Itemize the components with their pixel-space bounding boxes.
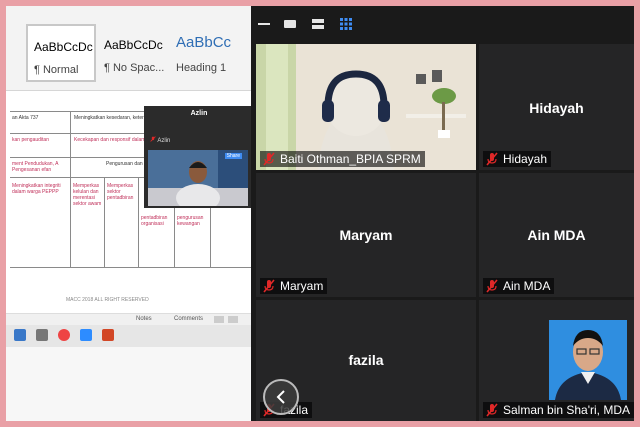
- participant-center-name: Hidayah: [529, 100, 584, 116]
- screen: AaBbCcDc ¶ Normal AaBbCcDc ¶ No Spac... …: [6, 6, 634, 421]
- participant-center-name: Ain MDA: [527, 227, 586, 243]
- mic-muted-icon: [263, 152, 275, 166]
- comments-button[interactable]: Comments: [174, 316, 203, 322]
- mic-muted-icon: [486, 152, 498, 166]
- share-tag: Share: [224, 153, 242, 159]
- style-normal[interactable]: AaBbCcDc ¶ Normal: [26, 24, 96, 82]
- settings-icon[interactable]: [36, 329, 48, 341]
- participant-name-label: Ain MDA: [483, 278, 555, 294]
- document-footer: MACC 2018 ALL RIGHT RESERVED: [66, 297, 149, 303]
- style-name: ¶ Normal: [34, 64, 79, 76]
- selfview-participant: Azlin: [150, 136, 170, 144]
- table-cell: Meningkatkan integriti dalam warga PEPPP: [12, 183, 61, 195]
- participant-center-name: fazila: [348, 352, 384, 368]
- floating-video-window[interactable]: Azlin Azlin Share: [144, 106, 254, 208]
- table-cell: Memperkas kelulan dan merentasi sektor a…: [73, 183, 102, 207]
- participant-name-label: Baiti Othman_BPIA SPRM: [260, 151, 425, 167]
- participant-name-label: Hidayah: [483, 151, 552, 167]
- participant-tile[interactable]: Hidayah Hidayah: [479, 44, 634, 170]
- table-cell: kan pengauditan: [12, 137, 49, 143]
- table-cell: Meningkatkan kesedaran, keter: [74, 115, 144, 121]
- notes-button[interactable]: Notes: [136, 316, 152, 322]
- mic-muted-icon: [486, 403, 498, 417]
- style-name: Heading 1: [176, 62, 227, 74]
- restore-icon[interactable]: [283, 18, 297, 30]
- participant-tile[interactable]: Baiti Othman_BPIA SPRM: [256, 44, 476, 170]
- participant-tile[interactable]: Maryam Maryam: [256, 173, 476, 297]
- gallery-grid-icon[interactable]: [339, 18, 353, 30]
- table-cell: pengurusan kewangan: [177, 215, 204, 227]
- zoom-window: Baiti Othman_BPIA SPRM Hidayah Hidayah M…: [251, 6, 634, 421]
- mic-muted-icon: [263, 279, 275, 293]
- selfview-video: Share: [148, 150, 248, 206]
- participant-name: Hidayah: [503, 152, 548, 166]
- participant-name-label: Maryam: [260, 278, 328, 294]
- participant-center-name: Maryam: [339, 227, 393, 243]
- style-name: ¶ No Spac...: [104, 62, 165, 74]
- zoom-toolbar: [251, 6, 634, 42]
- participant-name: Azlin: [157, 138, 171, 144]
- word-window: AaBbCcDc ¶ Normal AaBbCcDc ¶ No Spac... …: [6, 6, 251, 421]
- mic-muted-icon: [150, 136, 156, 142]
- styles-ribbon: AaBbCcDc ¶ Normal AaBbCcDc ¶ No Spac... …: [6, 6, 251, 91]
- mic-muted-icon: [486, 279, 498, 293]
- style-preview: AaBbCc: [176, 34, 232, 51]
- taskbar: [6, 325, 251, 347]
- style-heading-1[interactable]: AaBbCc Heading 1: [170, 24, 250, 82]
- view-slide-sorter-icon[interactable]: [228, 316, 238, 323]
- participant-tile[interactable]: Ain MDA Ain MDA: [479, 173, 634, 297]
- table-cell: pentadbiran organisasi: [141, 215, 168, 227]
- layout-icon[interactable]: [311, 18, 325, 30]
- selfview-title: Azlin: [190, 110, 208, 117]
- table-cell: Pengurusan dan: [106, 161, 143, 167]
- participant-name: Maryam: [280, 279, 324, 293]
- view-normal-icon[interactable]: [214, 316, 224, 323]
- participant-name: Ain MDA: [503, 279, 551, 293]
- chrome-icon[interactable]: [58, 329, 70, 341]
- participant-video-image: [549, 320, 627, 400]
- participant-name: Salman bin Sha'ri, MDA: [503, 403, 631, 417]
- minimize-icon[interactable]: [257, 18, 271, 30]
- powerpoint-icon[interactable]: [102, 329, 114, 341]
- zoom-icon[interactable]: [80, 329, 92, 341]
- table-cell: Kecekapan dan responsif dalam: [74, 137, 146, 143]
- style-preview: AaBbCcDc: [104, 38, 163, 52]
- style-preview: AaBbCcDc: [34, 40, 93, 54]
- table-cell: ment Pendudukan, A Pengesanan efan: [12, 161, 59, 173]
- table-cell: Memperkas sektor pentadbiran: [107, 183, 134, 201]
- previous-page-button[interactable]: [263, 379, 299, 415]
- app-icon[interactable]: [14, 329, 26, 341]
- chevron-left-icon: [276, 390, 285, 404]
- desktop-area: [6, 347, 251, 421]
- participant-name-label: Salman bin Sha'ri, MDA: [483, 402, 634, 418]
- style-no-spacing[interactable]: AaBbCcDc ¶ No Spac...: [98, 24, 168, 82]
- participant-name: Baiti Othman_BPIA SPRM: [280, 152, 421, 166]
- participant-tile[interactable]: Salman bin Sha'ri, MDA: [479, 300, 634, 421]
- table-cell: an Akta 737: [12, 115, 39, 121]
